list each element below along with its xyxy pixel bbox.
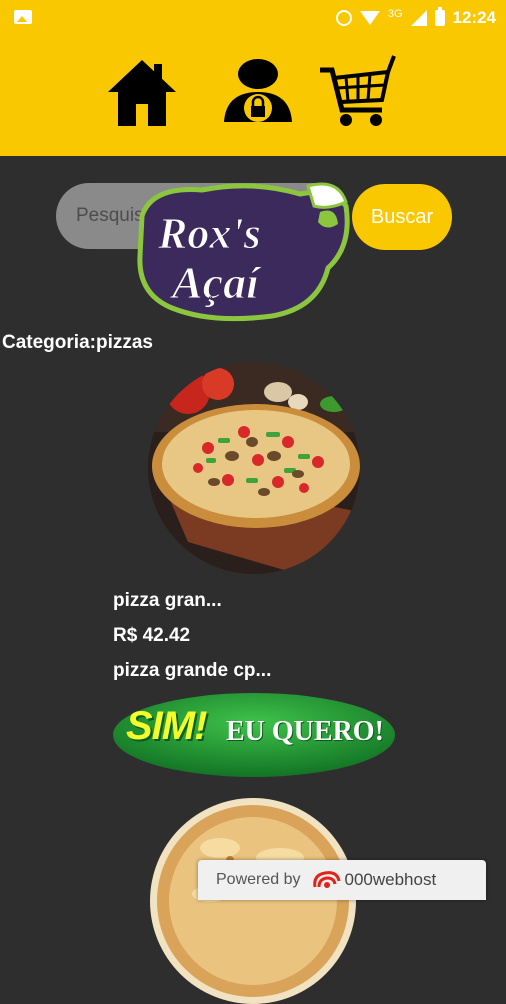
- user-lock-icon: [224, 59, 292, 122]
- network-type: 3G: [387, 8, 403, 20]
- image-notification-icon: [14, 10, 32, 24]
- top-nav: [0, 36, 506, 156]
- product-image[interactable]: [148, 362, 360, 574]
- account-button[interactable]: [218, 52, 292, 132]
- powered-by-badge[interactable]: Powered by 000webhost: [198, 860, 486, 900]
- pizza-image-2: [150, 798, 356, 1004]
- battery-icon: [434, 7, 445, 26]
- cart-button[interactable]: [318, 52, 396, 132]
- wifi-icon: [359, 11, 380, 25]
- logo-text-line2: Açaí: [169, 257, 262, 308]
- search-input[interactable]: [56, 183, 348, 249]
- webhost-brand-text: 000webhost: [344, 870, 437, 889]
- product-name[interactable]: pizza gran...: [113, 590, 222, 612]
- clock: 12:24: [452, 8, 496, 27]
- product-image-2[interactable]: [150, 798, 356, 1004]
- buy-button[interactable]: SIM! EU QUERO!: [112, 692, 396, 778]
- product-price: R$ 42.42: [113, 625, 191, 646]
- product-description: pizza grande cp...: [113, 660, 272, 681]
- status-bar: 3G 12:24: [0, 0, 506, 36]
- shopping-cart-icon: [320, 55, 396, 126]
- cta-sim-text: SIM!: [126, 704, 207, 748]
- search-button[interactable]: Buscar: [352, 184, 452, 250]
- webhost-logo-icon: [312, 871, 340, 888]
- cta-eu-quero-text: EU QUERO!: [226, 716, 384, 747]
- home-button[interactable]: [106, 52, 178, 132]
- alarm-icon: [335, 10, 352, 26]
- home-icon: [108, 60, 176, 126]
- category-label: Categoria:pizzas: [2, 332, 153, 353]
- pizza-image: [148, 362, 360, 574]
- cell-signal-icon: [410, 10, 427, 26]
- status-icons: 3G 12:24: [335, 7, 496, 29]
- powered-by-text: Powered by: [216, 871, 301, 888]
